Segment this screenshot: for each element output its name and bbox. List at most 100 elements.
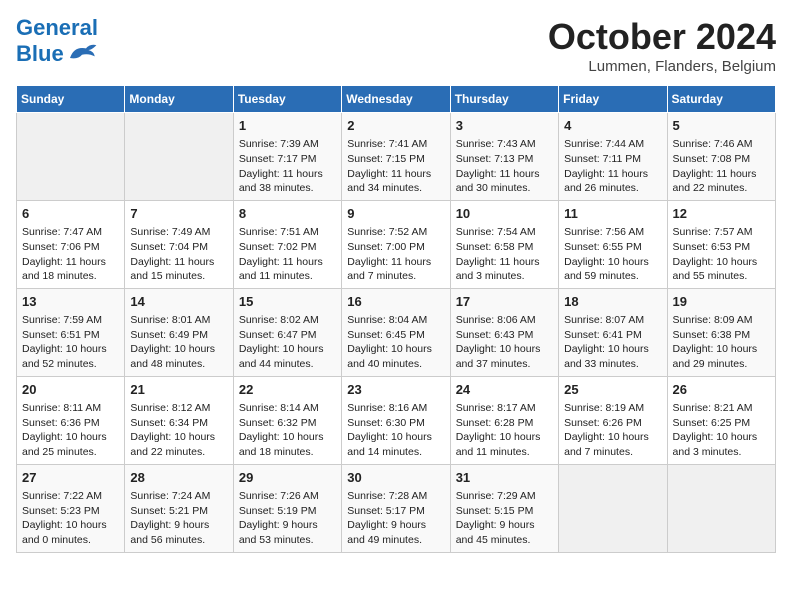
day-info: Sunset: 5:17 PM <box>347 504 444 519</box>
calendar-cell: 7Sunrise: 7:49 AMSunset: 7:04 PMDaylight… <box>125 200 233 288</box>
day-info: Daylight: 11 hours and 15 minutes. <box>130 255 227 284</box>
weekday-header-cell: Monday <box>125 86 233 113</box>
calendar-cell: 10Sunrise: 7:54 AMSunset: 6:58 PMDayligh… <box>450 200 558 288</box>
day-info: Sunrise: 7:59 AM <box>22 313 119 328</box>
logo: General Blue <box>16 16 98 68</box>
day-info: Sunset: 6:55 PM <box>564 240 661 255</box>
calendar-cell: 25Sunrise: 8:19 AMSunset: 6:26 PMDayligh… <box>559 376 667 464</box>
day-info: Daylight: 10 hours and 14 minutes. <box>347 430 444 459</box>
day-info: Daylight: 10 hours and 11 minutes. <box>456 430 553 459</box>
day-number: 8 <box>239 205 336 223</box>
day-info: Daylight: 11 hours and 11 minutes. <box>239 255 336 284</box>
day-info: Sunset: 5:19 PM <box>239 504 336 519</box>
day-number: 15 <box>239 293 336 311</box>
weekday-header-cell: Saturday <box>667 86 775 113</box>
day-info: Sunrise: 8:04 AM <box>347 313 444 328</box>
day-info: Sunset: 7:17 PM <box>239 152 336 167</box>
weekday-header-cell: Friday <box>559 86 667 113</box>
day-number: 17 <box>456 293 553 311</box>
day-number: 30 <box>347 469 444 487</box>
day-info: Sunset: 6:41 PM <box>564 328 661 343</box>
day-info: Daylight: 10 hours and 55 minutes. <box>673 255 770 284</box>
day-info: Sunrise: 7:22 AM <box>22 489 119 504</box>
day-info: Sunrise: 7:44 AM <box>564 137 661 152</box>
weekday-header-cell: Sunday <box>17 86 125 113</box>
weekday-header-cell: Wednesday <box>342 86 450 113</box>
day-info: Sunset: 6:26 PM <box>564 416 661 431</box>
day-info: Sunrise: 7:29 AM <box>456 489 553 504</box>
day-info: Daylight: 9 hours and 56 minutes. <box>130 518 227 547</box>
day-info: Sunrise: 7:52 AM <box>347 225 444 240</box>
day-info: Sunset: 6:45 PM <box>347 328 444 343</box>
calendar-cell: 13Sunrise: 7:59 AMSunset: 6:51 PMDayligh… <box>17 288 125 376</box>
calendar-cell: 9Sunrise: 7:52 AMSunset: 7:00 PMDaylight… <box>342 200 450 288</box>
day-number: 11 <box>564 205 661 223</box>
calendar-cell: 6Sunrise: 7:47 AMSunset: 7:06 PMDaylight… <box>17 200 125 288</box>
calendar-cell: 18Sunrise: 8:07 AMSunset: 6:41 PMDayligh… <box>559 288 667 376</box>
calendar-cell: 11Sunrise: 7:56 AMSunset: 6:55 PMDayligh… <box>559 200 667 288</box>
day-info: Sunset: 6:51 PM <box>22 328 119 343</box>
day-number: 16 <box>347 293 444 311</box>
calendar-cell: 30Sunrise: 7:28 AMSunset: 5:17 PMDayligh… <box>342 464 450 552</box>
day-info: Sunrise: 7:47 AM <box>22 225 119 240</box>
day-info: Sunrise: 8:21 AM <box>673 401 770 416</box>
calendar-cell <box>559 464 667 552</box>
day-info: Daylight: 10 hours and 52 minutes. <box>22 342 119 371</box>
day-number: 1 <box>239 117 336 135</box>
day-info: Sunset: 6:32 PM <box>239 416 336 431</box>
location: Lummen, Flanders, Belgium <box>548 58 776 75</box>
calendar-cell: 19Sunrise: 8:09 AMSunset: 6:38 PMDayligh… <box>667 288 775 376</box>
day-info: Daylight: 10 hours and 37 minutes. <box>456 342 553 371</box>
calendar-cell: 21Sunrise: 8:12 AMSunset: 6:34 PMDayligh… <box>125 376 233 464</box>
day-info: Sunset: 6:36 PM <box>22 416 119 431</box>
day-info: Daylight: 10 hours and 22 minutes. <box>130 430 227 459</box>
calendar-week-row: 6Sunrise: 7:47 AMSunset: 7:06 PMDaylight… <box>17 200 776 288</box>
day-info: Daylight: 10 hours and 0 minutes. <box>22 518 119 547</box>
logo-bird-icon <box>66 40 98 68</box>
day-info: Sunset: 7:15 PM <box>347 152 444 167</box>
day-info: Sunset: 6:53 PM <box>673 240 770 255</box>
day-info: Sunrise: 8:01 AM <box>130 313 227 328</box>
day-info: Daylight: 11 hours and 22 minutes. <box>673 167 770 196</box>
day-number: 19 <box>673 293 770 311</box>
day-info: Sunrise: 8:06 AM <box>456 313 553 328</box>
day-info: Daylight: 10 hours and 18 minutes. <box>239 430 336 459</box>
day-number: 18 <box>564 293 661 311</box>
calendar-cell: 16Sunrise: 8:04 AMSunset: 6:45 PMDayligh… <box>342 288 450 376</box>
calendar-cell: 14Sunrise: 8:01 AMSunset: 6:49 PMDayligh… <box>125 288 233 376</box>
day-number: 12 <box>673 205 770 223</box>
calendar-cell: 20Sunrise: 8:11 AMSunset: 6:36 PMDayligh… <box>17 376 125 464</box>
weekday-header-row: SundayMondayTuesdayWednesdayThursdayFrid… <box>17 86 776 113</box>
day-info: Sunset: 5:21 PM <box>130 504 227 519</box>
day-info: Sunrise: 8:19 AM <box>564 401 661 416</box>
day-number: 2 <box>347 117 444 135</box>
calendar-cell: 5Sunrise: 7:46 AMSunset: 7:08 PMDaylight… <box>667 113 775 201</box>
day-number: 31 <box>456 469 553 487</box>
day-info: Sunrise: 7:41 AM <box>347 137 444 152</box>
day-info: Daylight: 9 hours and 45 minutes. <box>456 518 553 547</box>
day-info: Daylight: 10 hours and 59 minutes. <box>564 255 661 284</box>
day-info: Sunrise: 8:12 AM <box>130 401 227 416</box>
day-info: Sunrise: 7:46 AM <box>673 137 770 152</box>
day-info: Sunset: 6:28 PM <box>456 416 553 431</box>
day-number: 3 <box>456 117 553 135</box>
day-info: Sunrise: 8:16 AM <box>347 401 444 416</box>
day-info: Sunrise: 7:51 AM <box>239 225 336 240</box>
calendar-cell: 2Sunrise: 7:41 AMSunset: 7:15 PMDaylight… <box>342 113 450 201</box>
day-info: Daylight: 10 hours and 3 minutes. <box>673 430 770 459</box>
day-info: Daylight: 11 hours and 30 minutes. <box>456 167 553 196</box>
day-number: 7 <box>130 205 227 223</box>
day-number: 9 <box>347 205 444 223</box>
day-info: Sunrise: 8:14 AM <box>239 401 336 416</box>
day-info: Daylight: 11 hours and 18 minutes. <box>22 255 119 284</box>
calendar-cell: 3Sunrise: 7:43 AMSunset: 7:13 PMDaylight… <box>450 113 558 201</box>
day-number: 24 <box>456 381 553 399</box>
day-info: Sunset: 7:06 PM <box>22 240 119 255</box>
page-header: General Blue October 2024 Lummen, Flande… <box>16 16 776 75</box>
day-info: Daylight: 10 hours and 7 minutes. <box>564 430 661 459</box>
day-info: Daylight: 11 hours and 38 minutes. <box>239 167 336 196</box>
calendar-cell: 8 Sunrise: 7:51 AMSunset: 7:02 PMDaylight… <box>233 200 341 288</box>
calendar-cell: 1Sunrise: 7:39 AMSunset: 7:17 PMDaylight… <box>233 113 341 201</box>
day-info: Sunset: 7:02 PM <box>239 240 336 255</box>
day-info: Sunrise: 8:02 AM <box>239 313 336 328</box>
